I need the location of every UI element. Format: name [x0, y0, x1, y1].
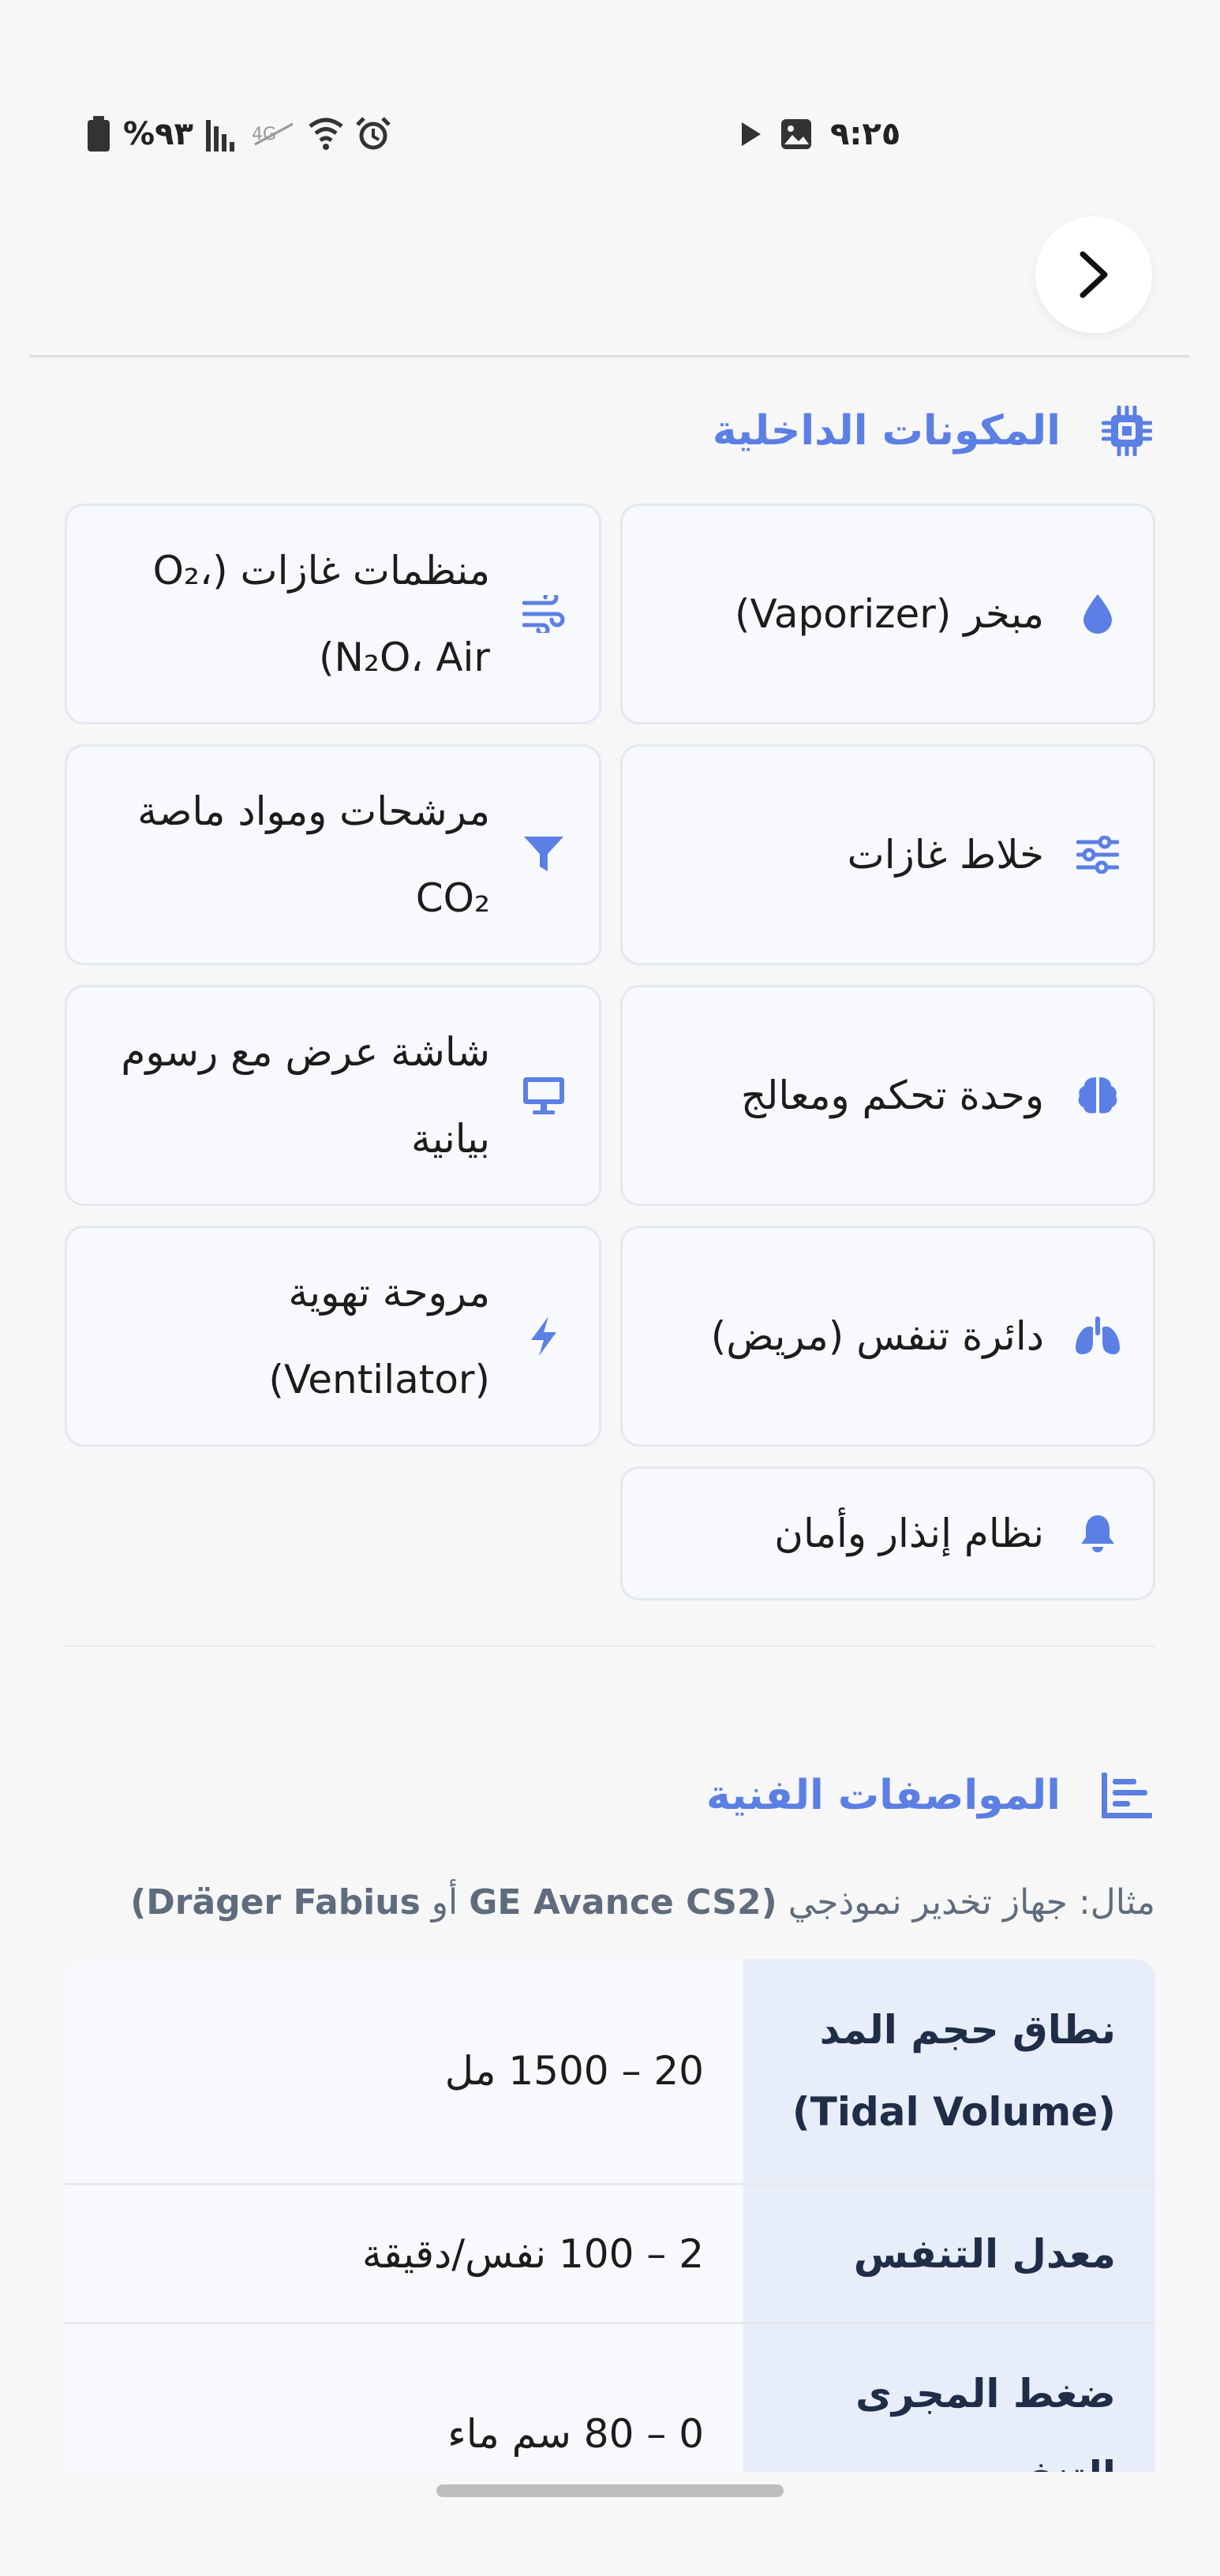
clock: ٩:٢٥: [830, 116, 901, 152]
component-label: مبخر (Vaporizer): [735, 591, 1044, 637]
spec-key: نطاق حجم المد (Tidal Volume): [743, 1959, 1155, 2183]
header-divider: [30, 355, 1190, 358]
component-card-ventilator[interactable]: مروحة تهوية (Ventilator): [65, 1226, 601, 1447]
component-label: نظام إنذار وأمان: [774, 1511, 1044, 1556]
component-card-control-unit[interactable]: وحدة تحكم ومعالج: [620, 985, 1155, 1206]
lungs-icon: [1074, 1312, 1121, 1360]
status-bar-right: ٩:٢٥: [740, 103, 900, 166]
specs-section-title: المواصفات الفنية: [706, 1772, 1061, 1819]
alarm-icon: [356, 117, 391, 152]
monitor-icon: [520, 1072, 567, 1119]
status-bar-left: %٩٣ 4G: [87, 103, 391, 166]
component-label: منظمات غازات (O₂، N₂O، Air): [152, 548, 490, 680]
sliders-icon: [1074, 831, 1121, 878]
component-label: خلاط غازات: [847, 832, 1044, 878]
status-bar: %٩٣ 4G ٩:٢٥: [0, 103, 1220, 166]
play-icon: [740, 121, 762, 148]
battery-icon: [87, 116, 110, 152]
spec-value: 0 – 80 سم ماء: [65, 2324, 743, 2472]
component-card-vaporizer[interactable]: مبخر (Vaporizer): [620, 504, 1155, 724]
component-card-gas-mixer[interactable]: خلاط غازات: [620, 744, 1155, 965]
bell-icon: [1074, 1510, 1121, 1557]
spec-value: 20 – 1500 مل: [65, 1959, 743, 2183]
app-screen: %٩٣ 4G ٩:٢٥ المكونات الداخلية مبخر (Vapo…: [0, 0, 1220, 2576]
signal-off-icon: 4G: [252, 121, 296, 148]
bolt-icon: [520, 1312, 567, 1360]
table-row: معدل التنفس 2 – 100 نفس/دقيقة: [65, 2183, 1155, 2322]
chevron-right-icon: [1076, 249, 1111, 300]
spec-key: ضغط المجرى التنفسي: [743, 2324, 1155, 2472]
filter-icon: [520, 831, 567, 878]
specs-table: نطاق حجم المد (Tidal Volume) 20 – 1500 م…: [65, 1959, 1155, 2472]
table-row: نطاق حجم المد (Tidal Volume) 20 – 1500 م…: [65, 1959, 1155, 2183]
droplet-icon: [1074, 590, 1121, 638]
forward-button[interactable]: [1035, 216, 1152, 333]
specs-subtitle: مثال: جهاز تخدير نموذجي (GE Avance CS2 أ…: [130, 1870, 1155, 1934]
component-card-alarm-system[interactable]: نظام إنذار وأمان: [620, 1466, 1155, 1601]
component-label: دائرة تنفس (مريض): [710, 1313, 1044, 1359]
battery-level: %٩٣: [123, 116, 193, 152]
component-card-breathing-circuit[interactable]: دائرة تنفس (مريض): [620, 1226, 1155, 1447]
home-indicator[interactable]: [436, 2484, 784, 2497]
spec-key: معدل التنفس: [743, 2185, 1155, 2322]
table-row: ضغط المجرى التنفسي 0 – 80 سم ماء: [65, 2322, 1155, 2472]
component-label: وحدة تحكم ومعالج: [740, 1073, 1044, 1118]
specs-subtitle-or: أو: [431, 1881, 458, 1923]
wifi-icon: [309, 117, 343, 152]
wind-icon: [520, 590, 567, 638]
component-card-gas-regulators[interactable]: منظمات غازات (O₂، N₂O، Air): [65, 504, 601, 724]
bar-chart-icon: [1098, 1767, 1155, 1824]
spec-value: 2 – 100 نفس/دقيقة: [65, 2185, 743, 2322]
specs-model-a: (GE Avance CS2: [469, 1881, 777, 1923]
component-card-co2-absorbers[interactable]: مرشحات ومواد ماصة CO₂: [65, 744, 601, 965]
specs-subtitle-prefix: مثال: جهاز تخدير نموذجي: [788, 1881, 1155, 1923]
component-label: شاشة عرض مع رسوم بيانية: [121, 1029, 490, 1162]
components-section-header: المكونات الداخلية: [713, 391, 1155, 470]
brain-icon: [1074, 1072, 1121, 1119]
specs-section-header: المواصفات الفنية: [706, 1756, 1155, 1835]
components-section-title: المكونات الداخلية: [712, 407, 1061, 455]
signal-icon: [205, 117, 239, 152]
section-divider: [65, 1646, 1155, 1647]
chip-icon: [1098, 402, 1155, 459]
specs-model-b: Dräger Fabius): [130, 1881, 421, 1923]
component-label: مرشحات ومواد ماصة CO₂: [137, 788, 490, 921]
component-label: مروحة تهوية (Ventilator): [268, 1270, 490, 1402]
component-card-display[interactable]: شاشة عرض مع رسوم بيانية: [65, 985, 601, 1206]
image-icon: [780, 118, 813, 151]
